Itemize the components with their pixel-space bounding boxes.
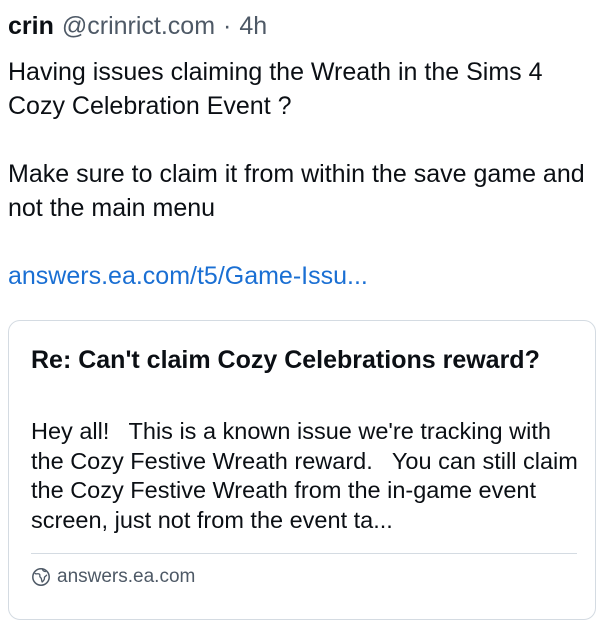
author-handle[interactable]: @crinrict.com — [62, 12, 215, 41]
post-paragraph: Make sure to claim it from within the sa… — [8, 160, 585, 222]
link-card-domain: answers.ea.com — [57, 566, 196, 587]
card-divider — [31, 553, 577, 554]
post-timestamp[interactable]: 4h — [239, 12, 267, 41]
post-body: Having issues claiming the Wreath in the… — [8, 55, 593, 293]
post-link-paragraph: answers.ea.com/t5/Game-Issu... — [8, 259, 593, 293]
header-separator: · — [223, 12, 232, 40]
link-card-source: answers.ea.com — [31, 566, 195, 588]
link-card-title: Re: Can't claim Cozy Celebrations reward… — [31, 346, 540, 374]
post-header: crin @crinrict.com · 4h — [8, 12, 267, 44]
post: crin @crinrict.com · 4h Having issues cl… — [0, 0, 600, 620]
link-card-description: Hey all! This is a known issue we're tra… — [31, 418, 585, 533]
link-preview-card[interactable]: Re: Can't claim Cozy Celebrations reward… — [8, 320, 596, 620]
post-link[interactable]: answers.ea.com/t5/Game-Issu... — [8, 262, 368, 290]
author-name[interactable]: crin — [8, 12, 54, 41]
globe-icon — [32, 568, 50, 586]
post-paragraph: Having issues claiming the Wreath in the… — [8, 58, 543, 120]
